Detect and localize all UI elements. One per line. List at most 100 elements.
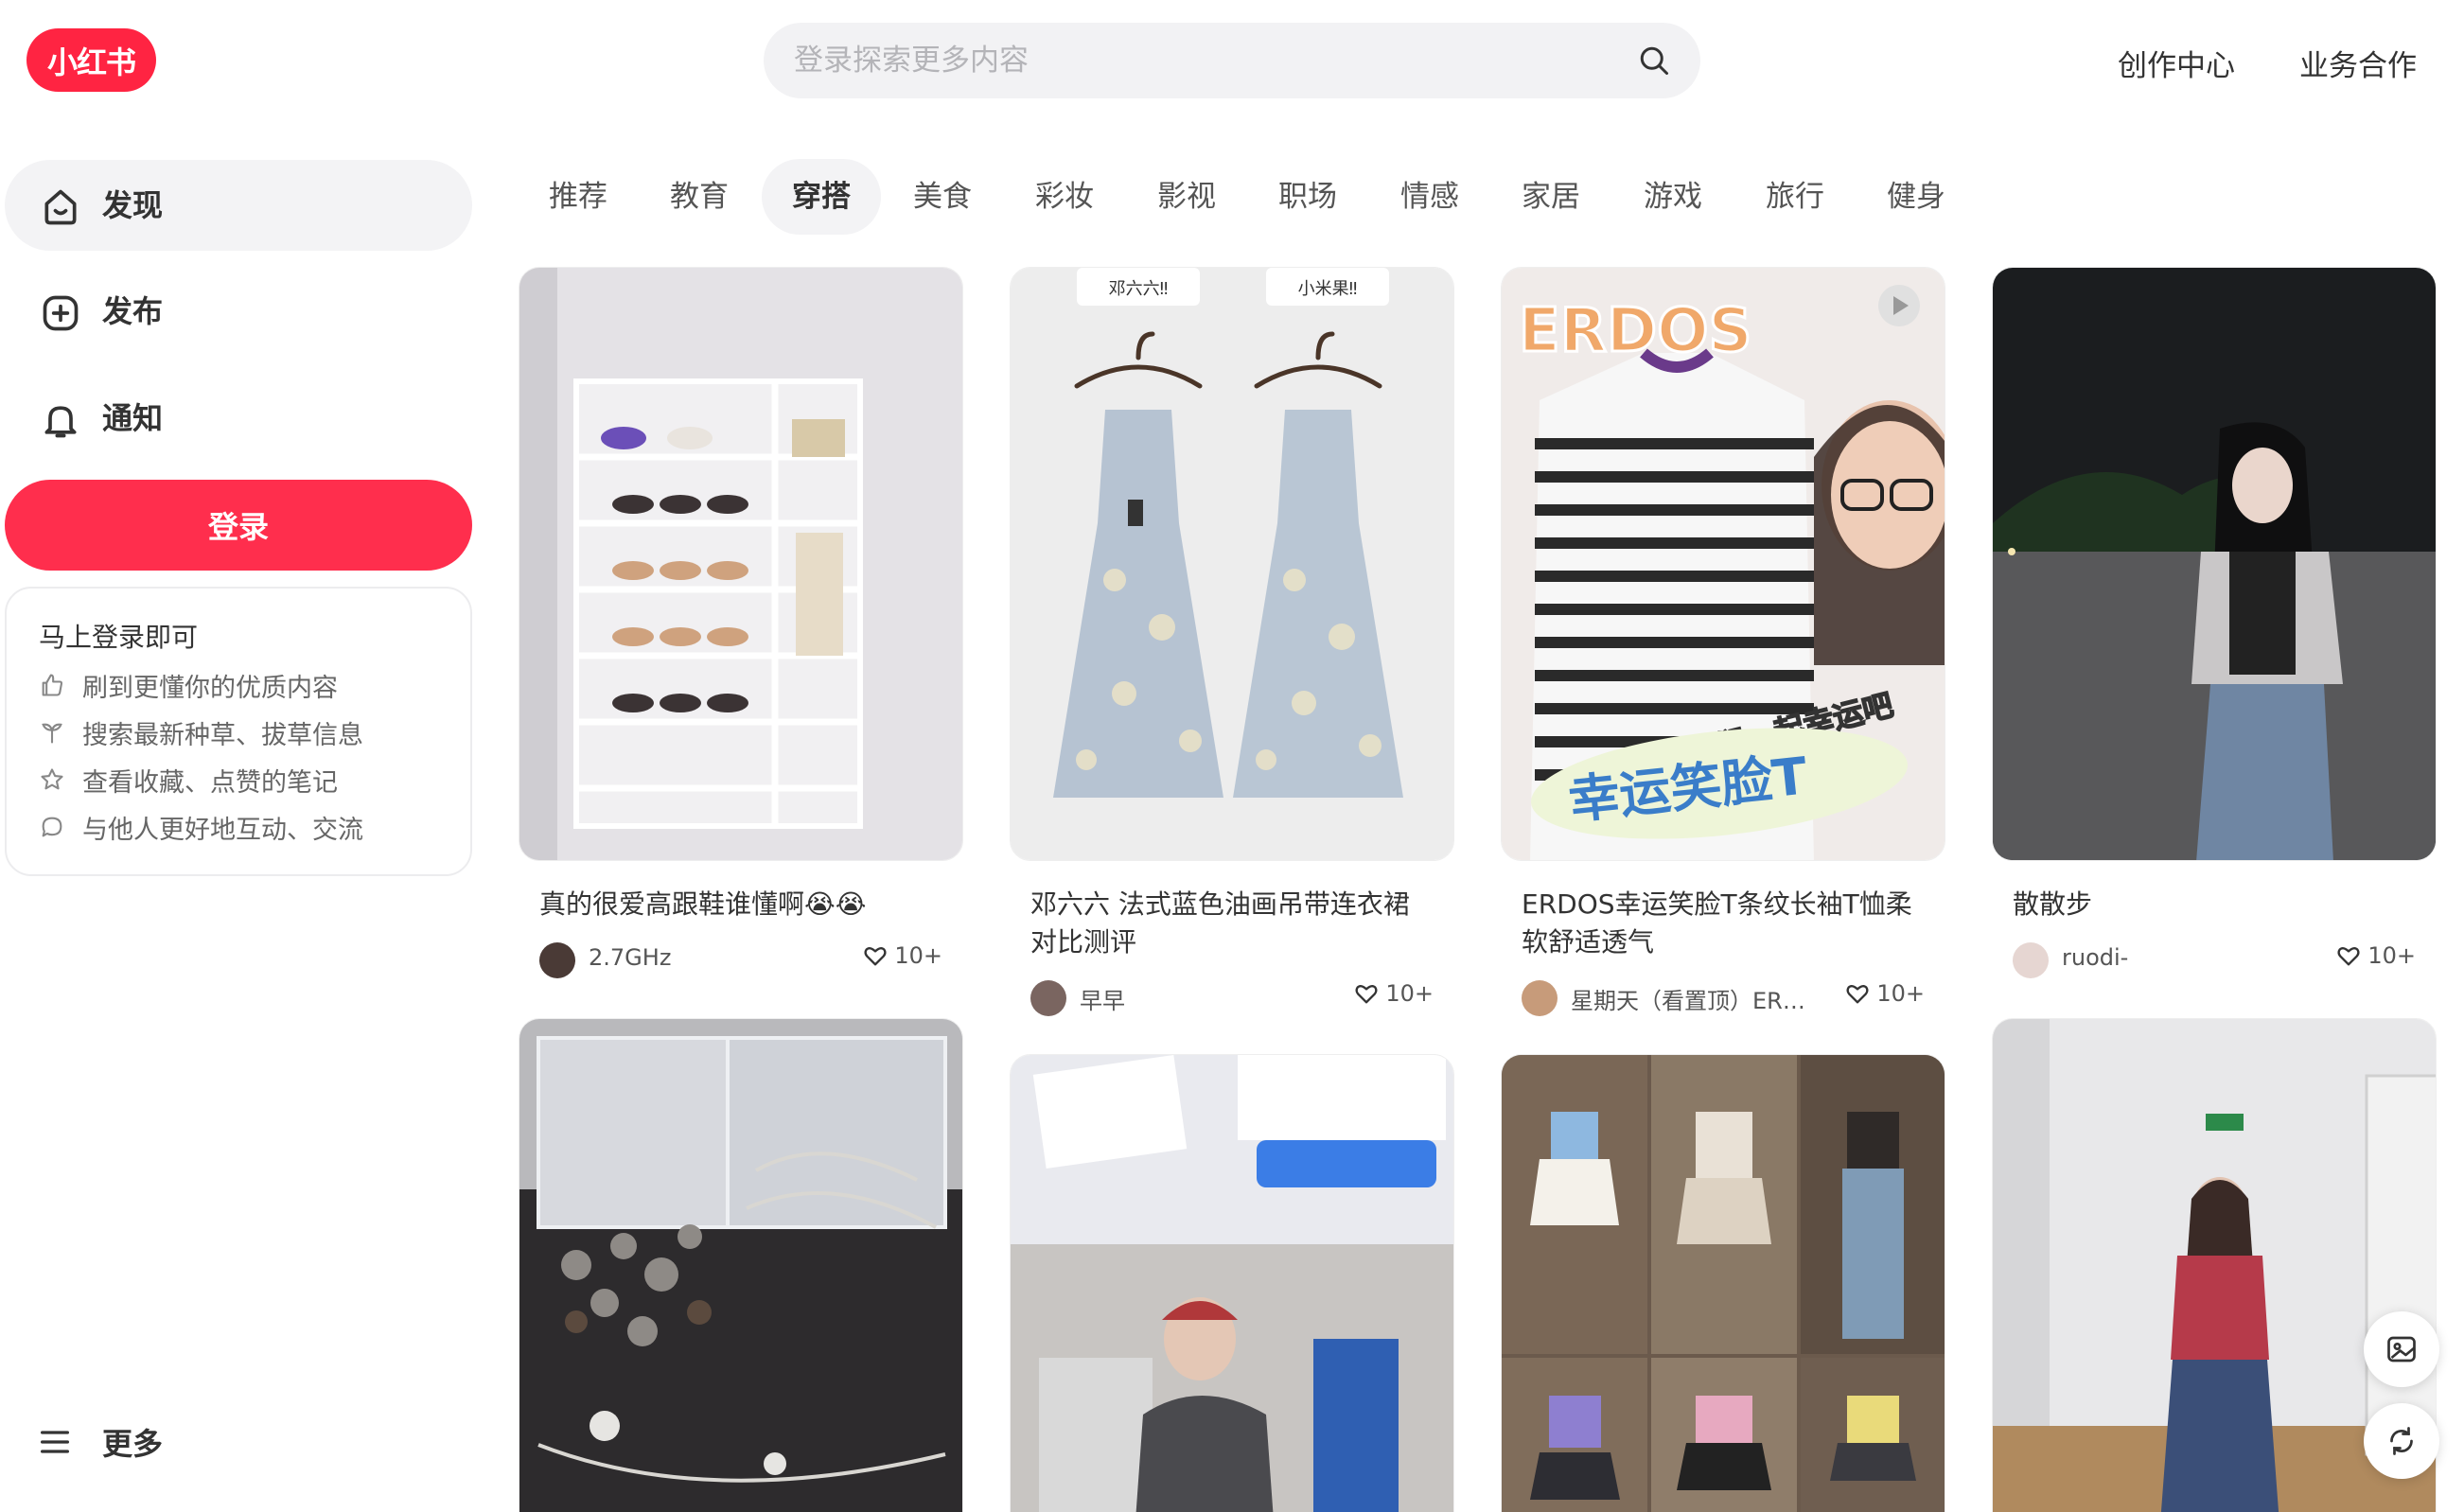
jewelry-supplies-image bbox=[519, 1019, 962, 1512]
sidebar-item-more[interactable]: 更多 bbox=[36, 1421, 163, 1463]
app-root: 小红书 创作中心 业务合作 发现 发布 通知 登录 马上登录即可 刷到更懂你的优… bbox=[0, 0, 2464, 1512]
author-name[interactable]: 星期天（看置顶）ERD... bbox=[1571, 982, 1817, 1015]
dorm-selfie-image bbox=[1011, 1055, 1453, 1512]
note-card[interactable]: 真的很爱高跟鞋谁懂啊😭😭 2.7GHz 10+ bbox=[519, 267, 963, 980]
tab-makeup[interactable]: 彩妆 bbox=[1005, 159, 1124, 235]
tab-food[interactable]: 美食 bbox=[883, 159, 1002, 235]
note-meta: ruodi- 10+ bbox=[1992, 935, 2437, 980]
note-title[interactable]: 散散步 bbox=[1992, 886, 2437, 923]
note-card[interactable] bbox=[1501, 1054, 1945, 1512]
like-count: 10+ bbox=[1385, 980, 1434, 1007]
like-count: 10+ bbox=[894, 942, 942, 969]
thumbs-up-icon bbox=[42, 674, 63, 696]
search-bar bbox=[764, 23, 1700, 98]
chat-bubble-icon bbox=[42, 817, 62, 837]
note-cover[interactable] bbox=[1501, 1054, 1945, 1512]
avatar[interactable] bbox=[1030, 980, 1066, 1016]
tab-education[interactable]: 教育 bbox=[640, 159, 759, 235]
login-button[interactable]: 登录 bbox=[5, 480, 472, 571]
like-count: 10+ bbox=[1876, 980, 1925, 1007]
creator-center-link[interactable]: 创作中心 bbox=[2118, 42, 2235, 84]
night-walk-image bbox=[1993, 268, 2436, 860]
plus-square-icon bbox=[43, 295, 79, 331]
heart-icon bbox=[2337, 947, 2360, 966]
tab-career[interactable]: 职场 bbox=[1248, 159, 1367, 235]
search-icon[interactable] bbox=[1637, 44, 1671, 78]
xiaohongshu-logo[interactable]: 小红书 bbox=[26, 28, 156, 92]
sidebar-item-publish[interactable]: 发布 bbox=[5, 266, 472, 357]
dress-label-left: 邓六六‼ bbox=[1109, 279, 1169, 299]
sidebar-item-notifications[interactable]: 通知 bbox=[5, 373, 472, 464]
sidebar-item-label: 通知 bbox=[102, 400, 164, 436]
like-button[interactable]: 10+ bbox=[1844, 980, 1925, 1007]
discover-icon bbox=[44, 189, 77, 225]
grass-icon bbox=[42, 723, 62, 744]
note-cover[interactable] bbox=[519, 267, 963, 861]
dress-comparison-image: 邓六六‼ 小米果‼ bbox=[1011, 268, 1453, 860]
like-count: 10+ bbox=[2367, 942, 2416, 969]
note-card[interactable] bbox=[1010, 1054, 1454, 1512]
note-cover[interactable]: ERDOS 我们一起幸运吧 幸运笑脸T bbox=[1501, 267, 1945, 861]
refresh-icon bbox=[2390, 1427, 2413, 1455]
note-title[interactable]: ERDOS幸运笑脸T条纹长袖T恤柔软舒适透气 bbox=[1501, 886, 1945, 961]
login-card-title: 马上登录即可 bbox=[39, 622, 199, 653]
tab-film[interactable]: 影视 bbox=[1127, 159, 1246, 235]
author-name[interactable]: 早早 bbox=[1080, 982, 1125, 1015]
tab-fashion[interactable]: 穿搭 bbox=[762, 159, 881, 235]
note-meta: 2.7GHz 10+ bbox=[519, 935, 963, 980]
erdos-brand-text: ERDOS bbox=[1519, 296, 1752, 366]
avatar[interactable] bbox=[2013, 942, 2049, 978]
note-cover[interactable] bbox=[1992, 267, 2437, 861]
business-cooperation-link[interactable]: 业务合作 bbox=[2299, 42, 2417, 84]
striped-tee-image: ERDOS 我们一起幸运吧 幸运笑脸T bbox=[1502, 268, 1945, 860]
perk-item: 刷到更懂你的优质内容 bbox=[39, 666, 338, 704]
note-cover[interactable]: 邓六六‼ 小米果‼ bbox=[1010, 267, 1454, 861]
perk-item: 与他人更好地互动、交流 bbox=[39, 808, 363, 846]
like-button[interactable]: 10+ bbox=[2335, 942, 2416, 969]
dress-label-right: 小米果‼ bbox=[1298, 279, 1358, 299]
note-cover[interactable] bbox=[519, 1018, 963, 1512]
like-button[interactable]: 10+ bbox=[862, 942, 942, 969]
tab-travel[interactable]: 旅行 bbox=[1735, 159, 1855, 235]
perk-text: 刷到更懂你的优质内容 bbox=[82, 673, 338, 703]
shoe-rack-image bbox=[519, 268, 962, 860]
more-label: 更多 bbox=[102, 1426, 164, 1462]
avatar[interactable] bbox=[1522, 980, 1558, 1016]
note-card[interactable]: 邓六六‼ 小米果‼ 邓六六 法式蓝色油画吊带连衣裙对比测评 早早 10+ bbox=[1010, 267, 1454, 1018]
logo-text: 小红书 bbox=[46, 44, 136, 80]
note-title[interactable]: 邓六六 法式蓝色油画吊带连衣裙对比测评 bbox=[1010, 886, 1454, 961]
login-prompt-card: 马上登录即可 刷到更懂你的优质内容 搜索最新种草、拔草信息 查看收藏、点赞的笔记… bbox=[5, 587, 472, 876]
refresh-button[interactable] bbox=[2364, 1403, 2439, 1479]
heart-icon bbox=[864, 947, 887, 966]
sidebar-item-label: 发现 bbox=[102, 187, 164, 223]
note-card[interactable] bbox=[519, 1018, 963, 1512]
tab-recommend[interactable]: 推荐 bbox=[519, 159, 638, 235]
sidebar-item-discover[interactable]: 发现 bbox=[5, 160, 472, 251]
perk-text: 搜索最新种草、拔草信息 bbox=[82, 720, 363, 750]
like-button[interactable]: 10+ bbox=[1353, 980, 1434, 1007]
note-card[interactable]: ERDOS 我们一起幸运吧 幸运笑脸T ERDOS幸运笑脸T条纹长袖T恤柔软舒适… bbox=[1501, 267, 1945, 1018]
note-meta: 早早 10+ bbox=[1010, 973, 1454, 1018]
avatar[interactable] bbox=[539, 942, 575, 978]
heart-icon bbox=[1846, 985, 1869, 1004]
heart-icon bbox=[1355, 985, 1378, 1004]
image-search-button[interactable] bbox=[2364, 1311, 2439, 1387]
perk-text: 与他人更好地互动、交流 bbox=[82, 815, 363, 845]
note-card[interactable]: 散散步 ruodi- 10+ bbox=[1992, 267, 2437, 980]
tab-home[interactable]: 家居 bbox=[1491, 159, 1610, 235]
menu-icon bbox=[41, 1431, 70, 1453]
perk-text: 查看收藏、点赞的笔记 bbox=[82, 767, 338, 798]
perk-item: 查看收藏、点赞的笔记 bbox=[39, 761, 338, 799]
tab-emotion[interactable]: 情感 bbox=[1370, 159, 1489, 235]
author-name[interactable]: 2.7GHz bbox=[589, 944, 671, 971]
perk-item: 搜索最新种草、拔草信息 bbox=[39, 713, 363, 751]
note-title[interactable]: 真的很爱高跟鞋谁懂啊😭😭 bbox=[519, 886, 963, 923]
note-cover[interactable] bbox=[1010, 1054, 1454, 1512]
author-name[interactable]: ruodi- bbox=[2062, 944, 2128, 971]
star-icon bbox=[41, 768, 63, 790]
sidebar-item-label: 发布 bbox=[102, 293, 164, 329]
tab-fitness[interactable]: 健身 bbox=[1857, 159, 1976, 235]
search-input[interactable] bbox=[794, 23, 1627, 98]
outfit-grid-image bbox=[1502, 1055, 1945, 1512]
tab-games[interactable]: 游戏 bbox=[1613, 159, 1733, 235]
